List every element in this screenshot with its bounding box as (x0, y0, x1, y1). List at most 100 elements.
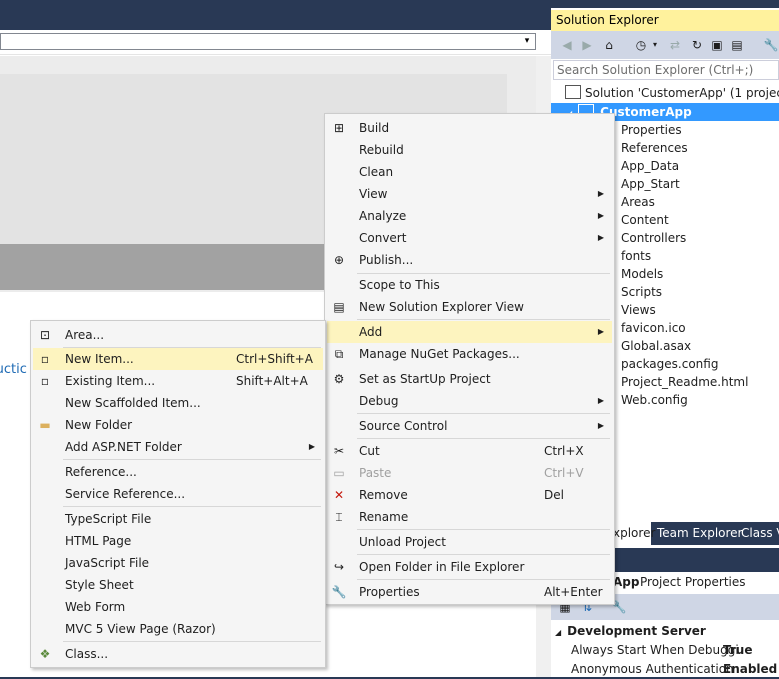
property-value[interactable]: Enabled (723, 660, 777, 679)
menu-item-analyze[interactable]: Analyze ▶ (327, 205, 612, 227)
tree-item[interactable]: Scripts (621, 283, 662, 301)
back-icon[interactable]: ◀ (559, 37, 575, 53)
refresh-icon[interactable]: ↻ (689, 37, 705, 53)
class-icon: ❖ (39, 647, 51, 661)
submenu-arrow-icon: ▶ (597, 211, 604, 220)
tab-team-explorer[interactable]: Team Explorer (651, 522, 749, 545)
menu-item-new-solution-explorer-view[interactable]: ▤ New Solution Explorer View (327, 296, 612, 318)
menu-item-view[interactable]: View ▶ (327, 183, 612, 205)
menu-item-class[interactable]: ❖ Class... (33, 643, 323, 665)
menu-item-rebuild[interactable]: Rebuild (327, 139, 612, 161)
property-row[interactable]: Anonymous Authentication (571, 660, 734, 679)
menu-item-existing-item[interactable]: ▫ Existing Item... Shift+Alt+A (33, 370, 323, 392)
menu-item-new-folder[interactable]: ▬ New Folder (33, 414, 323, 436)
submenu-arrow-icon: ▶ (597, 396, 604, 405)
tab-class-view[interactable]: Class V (735, 522, 779, 545)
tree-item[interactable]: fonts (621, 247, 651, 265)
add-submenu: ⊡ Area... ▫ New Item... Ctrl+Shift+A ▫ Exist… (30, 320, 326, 668)
menu-item-html-page[interactable]: HTML Page (33, 530, 323, 552)
solution-explorer-title: Solution Explorer (551, 10, 779, 31)
address-dropdown-icon[interactable]: ▾ (519, 34, 535, 49)
properties-object-name: App (613, 575, 640, 589)
solution-explorer-search[interactable]: Search Solution Explorer (Ctrl+;) (553, 60, 779, 80)
submenu-arrow-icon: ▶ (597, 327, 604, 336)
menu-item-style-sheet[interactable]: Style Sheet (33, 574, 323, 596)
tree-item[interactable]: References (621, 139, 688, 157)
menu-item-properties[interactable]: 🔧 Properties Alt+Enter (327, 581, 612, 603)
property-name: Always Start When Debuggi (571, 643, 739, 657)
tree-item[interactable]: App_Data (621, 157, 679, 175)
shortcut-text: Ctrl+V (544, 466, 584, 480)
menu-item-mvc-view-page[interactable]: MVC 5 View Page (Razor) (33, 618, 323, 640)
menu-item-web-form[interactable]: Web Form (33, 596, 323, 618)
collapse-icon[interactable]: ◢ (555, 628, 561, 637)
menu-item-build[interactable]: ⊞ Build (327, 117, 612, 139)
tree-item[interactable]: Properties (621, 121, 682, 139)
menu-item-cut[interactable]: ✂ Cut Ctrl+X (327, 440, 612, 462)
menu-item-rename[interactable]: ⌶ Rename (327, 506, 612, 528)
property-grid: ◢ Development Server Always Start When De… (551, 620, 779, 677)
menu-item-open-folder[interactable]: ↪ Open Folder in File Explorer (327, 556, 612, 578)
menu-item-publish[interactable]: ⊕ Publish... (327, 249, 612, 271)
menu-separator (63, 459, 321, 460)
shortcut-text: Ctrl+Shift+A (236, 352, 313, 366)
tree-item[interactable]: App_Start (621, 175, 680, 193)
menu-item-debug[interactable]: Debug ▶ (327, 390, 612, 412)
tree-item[interactable]: Web.config (621, 391, 688, 409)
tree-item[interactable]: Global.asax (621, 337, 691, 355)
menu-item-remove[interactable]: ✕ Remove Del (327, 484, 612, 506)
tree-item[interactable]: Project_Readme.html (621, 373, 748, 391)
menu-item-set-startup[interactable]: ⚙ Set as StartUp Project (327, 368, 612, 390)
property-row[interactable]: Always Start When Debuggi (571, 641, 739, 660)
menu-item-paste[interactable]: ▭ Paste Ctrl+V (327, 462, 612, 484)
paste-icon: ▭ (333, 466, 345, 480)
new-item-icon: ▫ (40, 352, 50, 366)
menu-item-convert[interactable]: Convert ▶ (327, 227, 612, 249)
menu-separator (63, 506, 321, 507)
sync-icon[interactable]: ⇄ (667, 37, 683, 53)
menu-item-add-aspnet-folder[interactable]: Add ASP.NET Folder ▶ (33, 436, 323, 458)
menu-item-unload-project[interactable]: Unload Project (327, 531, 612, 553)
menu-item-new-item[interactable]: ▫ New Item... Ctrl+Shift+A (33, 348, 323, 370)
menu-separator (357, 413, 610, 414)
menu-item-reference[interactable]: Reference... (33, 461, 323, 483)
history-dropdown-icon[interactable]: ▾ (647, 37, 663, 53)
gear-icon: ⚙ (333, 372, 345, 386)
menu-item-new-scaffolded-item[interactable]: New Scaffolded Item... (33, 392, 323, 414)
property-category[interactable]: ◢ Development Server (555, 622, 706, 641)
wrench-icon[interactable]: 🔧 (763, 37, 779, 53)
menu-item-manage-nuget[interactable]: ⧉ Manage NuGet Packages... (327, 343, 612, 365)
remove-x-icon: ✕ (333, 488, 345, 502)
nuget-icon: ⧉ (334, 347, 344, 361)
link-text-fragment[interactable]: luctic (0, 362, 27, 377)
collapse-all-icon[interactable]: ▣ (709, 37, 725, 53)
tree-item[interactable]: Models (621, 265, 663, 283)
rename-icon: ⌶ (335, 510, 343, 524)
show-all-files-icon[interactable]: ▤ (729, 37, 745, 53)
menu-item-area[interactable]: ⊡ Area... (33, 324, 323, 346)
menu-item-service-reference[interactable]: Service Reference... (33, 483, 323, 505)
menu-item-typescript-file[interactable]: TypeScript File (33, 508, 323, 530)
shortcut-text: Del (544, 488, 564, 502)
tree-item[interactable]: packages.config (621, 355, 718, 373)
menu-item-source-control[interactable]: Source Control ▶ (327, 415, 612, 437)
shortcut-text: Ctrl+X (544, 444, 584, 458)
menu-item-add[interactable]: Add ▶ (327, 321, 612, 343)
property-value[interactable]: True (723, 641, 752, 660)
address-bar[interactable]: ▾ (0, 33, 536, 50)
tree-item[interactable]: Areas (621, 193, 655, 211)
tree-item[interactable]: Controllers (621, 229, 686, 247)
menu-item-scope-to-this[interactable]: Scope to This (327, 274, 612, 296)
solution-explorer-toolbar: ◀ ▶ ⌂ ◷ ▾ ⇄ ↻ ▣ ▤ 🔧 (551, 31, 779, 59)
build-icon: ⊞ (333, 121, 345, 135)
tree-item[interactable]: Content (621, 211, 669, 229)
menu-item-clean[interactable]: Clean (327, 161, 612, 183)
menu-item-javascript-file[interactable]: JavaScript File (33, 552, 323, 574)
solution-node[interactable]: Solution 'CustomerApp' (1 project) (565, 84, 779, 102)
solution-icon (565, 85, 581, 99)
home-icon[interactable]: ⌂ (601, 37, 617, 53)
forward-icon[interactable]: ▶ (579, 37, 595, 53)
tree-item[interactable]: favicon.ico (621, 319, 686, 337)
editor-top-bar (0, 0, 551, 30)
tree-item[interactable]: Views (621, 301, 656, 319)
